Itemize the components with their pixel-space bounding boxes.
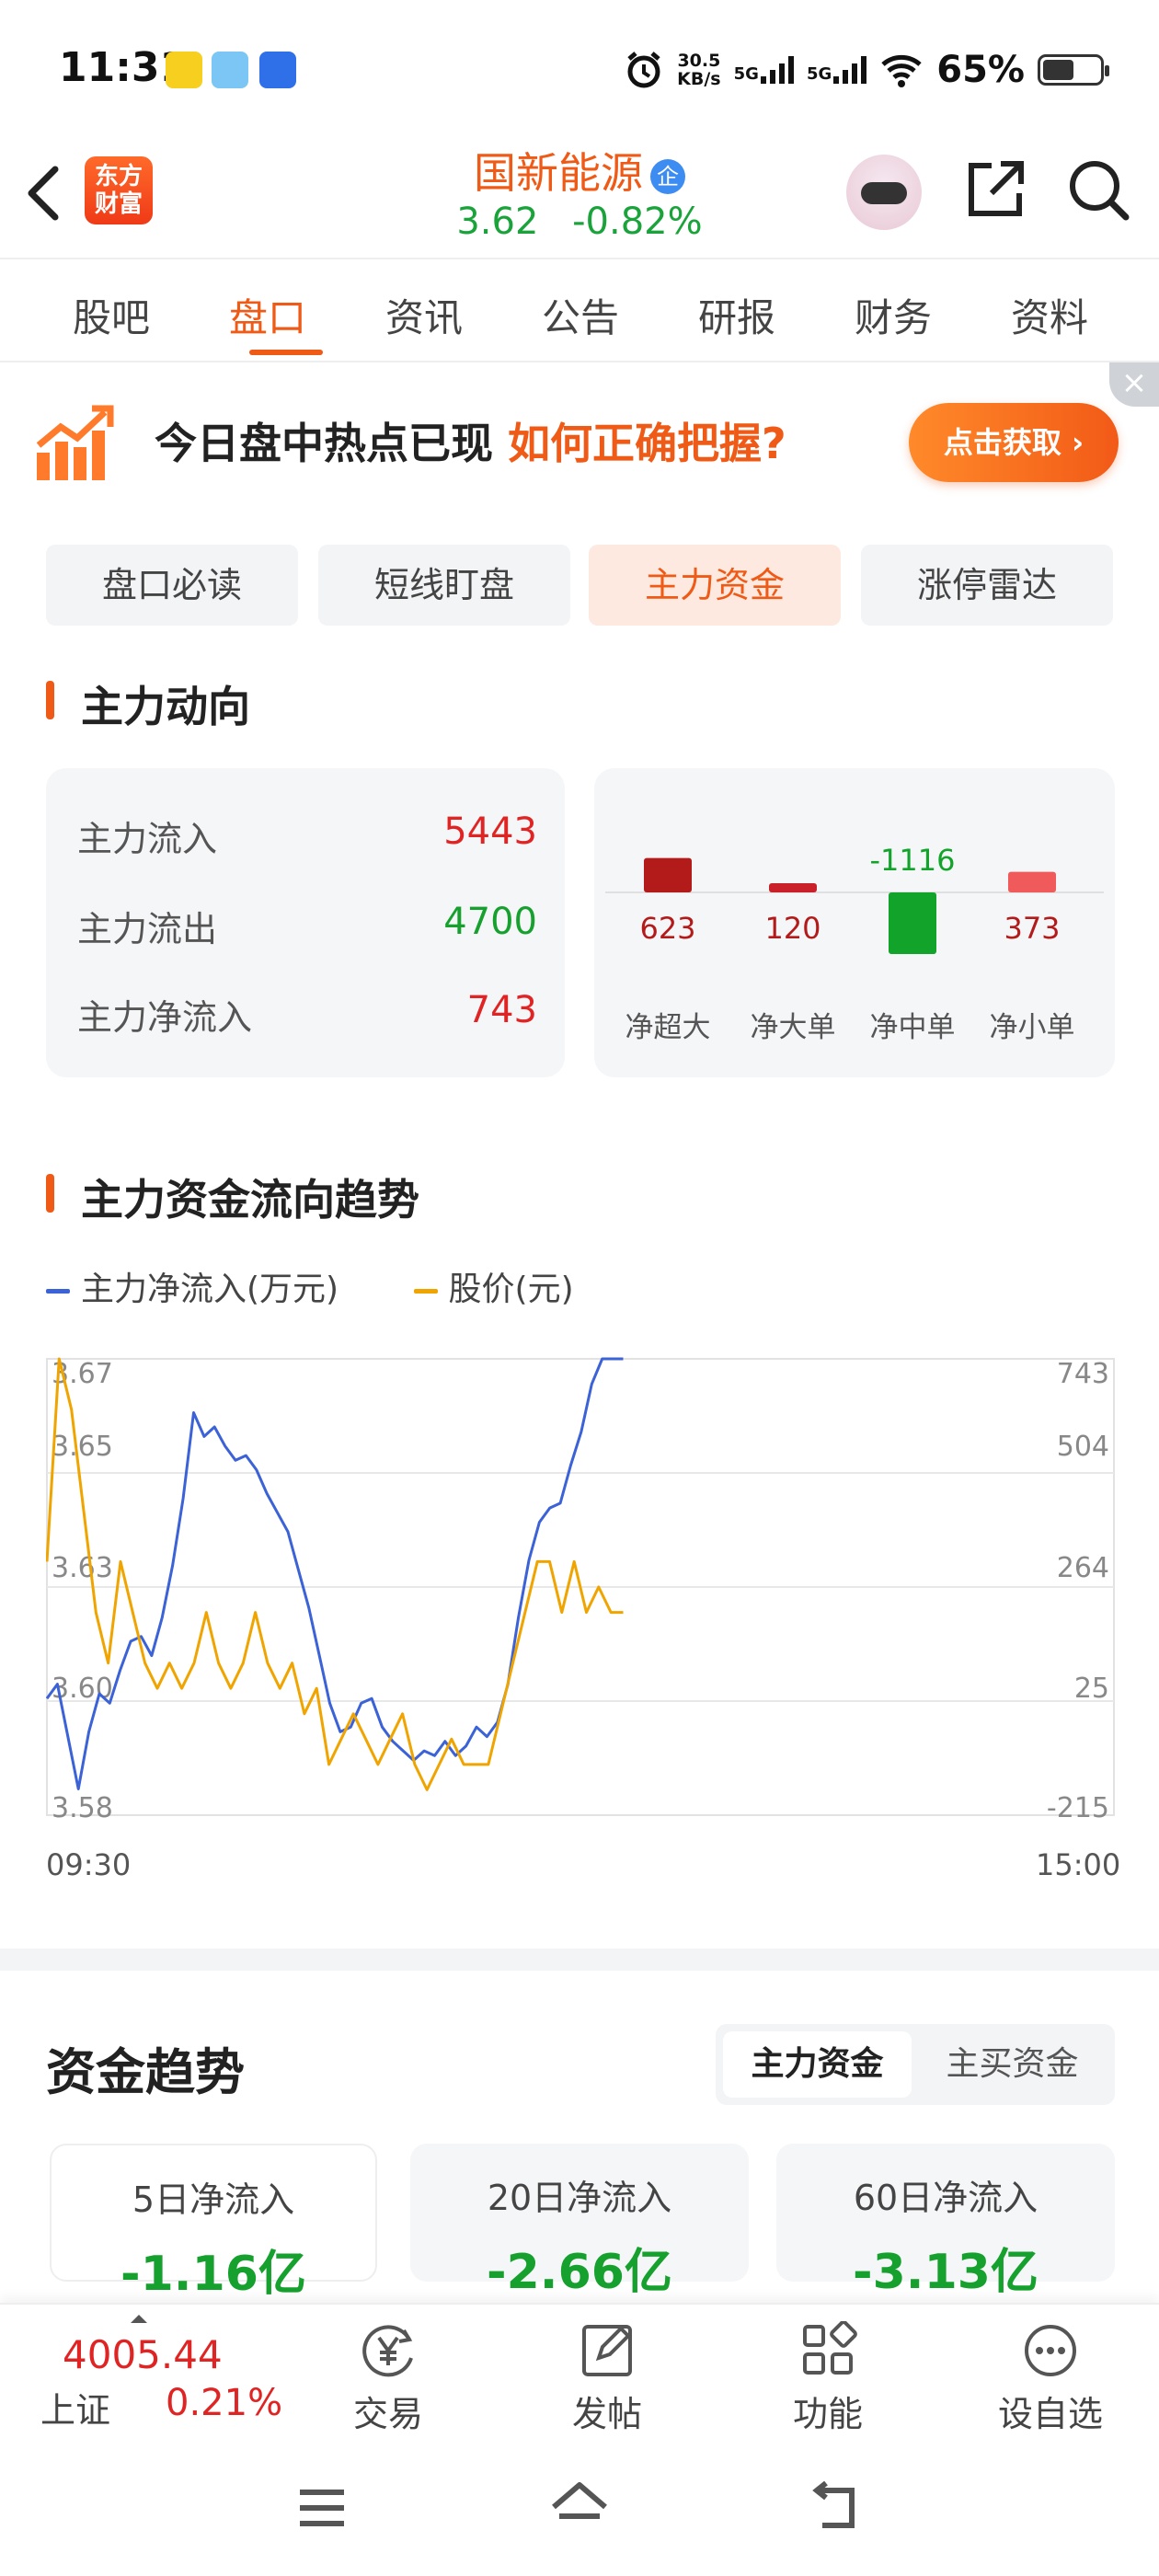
tab-guba[interactable]: 股吧 [52,287,171,343]
x-axis-start: 09:30 [46,1847,132,1882]
card-5d-inflow[interactable]: 5日净流入 -1.16亿 [50,2144,377,2302]
subtab-must-read[interactable]: 盘口必读 [46,545,298,626]
price-line [45,1357,624,1791]
card-60d-inflow[interactable]: 60日净流入 -3.13亿 [776,2144,1115,2300]
flow-row-outflow: 主力流出 4700 [77,901,537,949]
order-size-bar-chart: 623 净超大 120 净大单 -1116 净中单 373 净小单 [605,843,1104,1044]
search-icon[interactable] [1065,156,1131,223]
tab-research[interactable]: 研报 [677,287,797,343]
sub-tabs: 盘口必读 短线盯盘 主力资金 涨停雷达 [46,545,1115,626]
enterprise-badge: 企 [650,158,685,194]
order-bar-value: 120 [764,911,820,946]
collapse-caret-icon[interactable] [129,2312,149,2325]
price-change: -0.82% [572,201,703,243]
toggle-main-capital[interactable]: 主力资金 [723,2031,912,2098]
flow-summary-card: 主力流入 5443 主力流出 4700 主力净流入 743 [46,768,565,1077]
main-tabs: 股吧 盘口 资讯 公告 研报 财务 资料 [0,259,1159,362]
right-axis-tick: 743 [1057,1358,1109,1390]
banner-get-button[interactable]: 点击获取 › [909,403,1119,482]
signal-sim1: 5G [734,56,794,84]
flow-trend-chart[interactable]: 3.67 3.65 3.63 3.60 3.58 743 504 264 25 -215 [45,1348,1115,1826]
x-axis-end: 15:00 [1036,1847,1121,1882]
right-axis-tick: 25 [1074,1673,1109,1705]
yen-icon [362,2325,413,2377]
net-inflow-line [45,1357,624,1790]
flow-row-net: 主力净流入 743 [77,989,537,1038]
promo-banner[interactable]: 今日盘中热点已现 如何正确把握? 点击获取 › [0,368,1159,517]
post-button[interactable]: 发帖 [543,2321,671,2436]
left-axis-tick: 3.58 [52,1792,113,1824]
capital-type-toggle: 主力资金 主买资金 [716,2024,1115,2105]
notification-app-icon [166,52,202,88]
index-value[interactable]: 4005.44 [63,2332,223,2377]
legend-price: 股价(元) [413,1271,574,1308]
toggle-active-buy[interactable]: 主买资金 [918,2031,1107,2098]
subtab-main-capital[interactable]: 主力资金 [589,545,841,626]
flow-trend-svg: 3.673.653.633.603.5874350426425-215 [45,1357,1115,1824]
subtab-short-term[interactable]: 短线盯盘 [318,545,570,626]
order-bar-0 [644,857,692,892]
subtab-limit-up-radar[interactable]: 涨停雷达 [861,545,1113,626]
right-axis-tick: 504 [1057,1431,1109,1463]
tab-news[interactable]: 资讯 [364,287,484,343]
edit-icon [582,2325,632,2376]
system-nav-bar [0,2441,1159,2576]
menu-icon[interactable] [296,2485,348,2531]
tab-profile[interactable]: 资料 [990,287,1109,343]
banner-text: 今日盘中热点已现 如何正确把握? [155,419,786,468]
price-value: 3.62 [456,201,539,243]
grid-apps-icon [803,2321,857,2375]
signal-sim2: 5G [807,56,867,84]
back-icon[interactable] [809,2481,865,2533]
index-change: 0.21% [166,2382,283,2424]
shield-icon [259,52,296,88]
chart-legend: 主力净流入(万元) 股价(元) [46,1262,574,1310]
order-bar-value: 373 [1004,911,1060,946]
tab-pankou[interactable]: 盘口 [208,287,327,355]
rising-chart-icon [36,405,114,480]
left-axis-tick: 3.65 [52,1431,113,1463]
battery-icon [1038,54,1109,86]
order-size-bar-card: 623 净超大 120 净大单 -1116 净中单 373 净小单 [594,768,1115,1077]
flow-row-inflow: 主力流入 5443 [77,811,537,859]
trade-button[interactable]: 交易 [324,2321,453,2436]
active-tab-indicator [249,350,323,355]
bottom-toolbar: 4005.44 上证 0.21% 交易 发帖 功能 设自选 [0,2303,1159,2441]
order-bar-3 [1008,871,1056,892]
tab-finance[interactable]: 财务 [833,287,953,343]
section-divider [0,1949,1159,1971]
capital-trend-title: 资金趋势 [46,2043,245,2101]
add-watchlist-button[interactable]: 设自选 [986,2321,1115,2436]
ai-assistant-avatar[interactable] [846,155,922,230]
order-bar-2 [889,892,936,954]
net-speed: 30.5 KB/s [677,51,721,89]
right-axis-tick: 264 [1057,1552,1109,1584]
order-bar-value: 623 [639,911,695,946]
order-bar-label: 净超大 [625,1011,711,1044]
left-axis-tick: 3.63 [52,1552,113,1584]
battery-percent: 65% [936,49,1025,91]
section-title-flow-trend: 主力资金流向趋势 [46,1167,419,1227]
right-axis-tick: -215 [1047,1792,1109,1824]
status-bar: 11:31 30.5 KB/s 5G 5G 65% [0,0,1159,138]
order-bar-label: 净小单 [990,1011,1075,1044]
share-icon[interactable] [964,158,1027,221]
more-dots-icon [1025,2325,1076,2376]
order-bar-value: -1116 [870,843,956,878]
order-bar-label: 净大单 [751,1011,836,1044]
card-20d-inflow[interactable]: 20日净流入 -2.66亿 [410,2144,749,2300]
legend-net-inflow: 主力净流入(万元) [46,1271,339,1308]
order-bar-label: 净中单 [870,1011,956,1044]
order-bar-1 [769,883,817,892]
index-name: 上证 [40,2390,111,2431]
home-icon[interactable] [548,2479,611,2531]
alarm-icon [627,52,660,88]
section-title-main-flow: 主力动向 [46,673,250,734]
notification-app-icon [212,52,248,88]
tab-announcements[interactable]: 公告 [521,287,640,343]
functions-button[interactable]: 功能 [763,2321,892,2436]
wifi-icon [881,54,922,87]
